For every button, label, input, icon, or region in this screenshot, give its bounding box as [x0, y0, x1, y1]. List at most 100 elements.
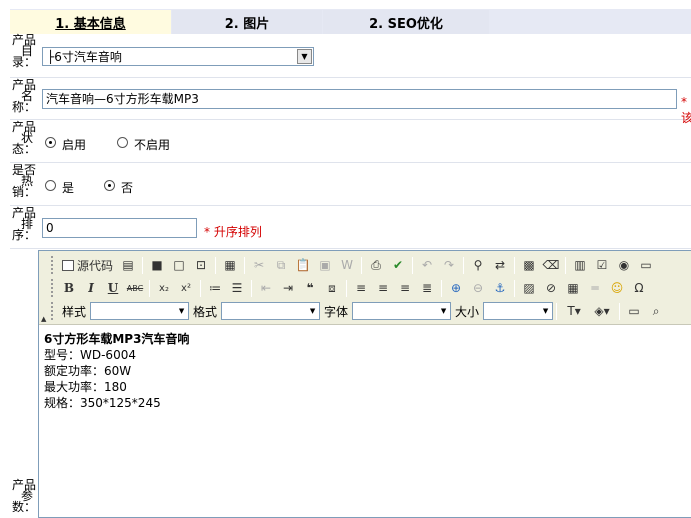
checkbox-icon[interactable]: ☑: [591, 255, 613, 275]
toolbar-separator: [412, 256, 414, 274]
show-blocks-icon[interactable]: ⌕: [645, 301, 667, 321]
blockquote-icon[interactable]: ❝: [299, 278, 321, 298]
style-label: 样式: [62, 304, 87, 319]
flash-icon[interactable]: ⊘: [540, 278, 562, 298]
toolbar-separator: [619, 302, 621, 320]
template-icon[interactable]: ▦: [219, 255, 241, 275]
replace-icon[interactable]: ⇄: [489, 255, 511, 275]
toolbar-separator: [142, 256, 144, 274]
tab-seo[interactable]: 2. SEO优化: [323, 10, 489, 34]
chevron-down-icon: ▼: [440, 307, 447, 315]
chevron-down-icon: ▼: [178, 307, 185, 315]
form-icon[interactable]: ▥: [569, 255, 591, 275]
chevron-down-icon: ▼: [309, 307, 316, 315]
new-page-icon[interactable]: □: [168, 255, 190, 275]
indent-icon[interactable]: ⇥: [277, 278, 299, 298]
hot-yes-radio[interactable]: [45, 180, 56, 191]
row-divider: [10, 205, 691, 206]
tab-images[interactable]: 2. 图片: [172, 10, 322, 34]
source-button[interactable]: 源代码: [58, 255, 117, 275]
unlink-icon[interactable]: ⊖: [467, 278, 489, 298]
name-required-hint: *该: [681, 95, 691, 125]
size-combo[interactable]: ▼: [483, 302, 554, 320]
spellcheck-icon[interactable]: ✔: [387, 255, 409, 275]
align-center-icon[interactable]: ≡: [372, 278, 394, 298]
sort-order-input[interactable]: 0: [42, 218, 197, 238]
sort-hint: * 升序排列: [204, 225, 262, 239]
find-icon[interactable]: ⚲: [467, 255, 489, 275]
div-container-icon[interactable]: ⧈: [321, 278, 343, 298]
toolbar-grip[interactable]: [51, 256, 55, 274]
status-enabled-radio[interactable]: [45, 137, 56, 148]
redo-icon[interactable]: ↷: [438, 255, 460, 275]
smiley-icon[interactable]: ☺: [606, 278, 628, 298]
text-color-icon[interactable]: T▾: [560, 301, 588, 321]
status-label: 产品 状 态：: [12, 120, 37, 156]
collapse-toolbar-icon[interactable]: ▲: [41, 315, 46, 323]
toolbar-grip[interactable]: [51, 302, 55, 320]
paste-icon[interactable]: 📋: [292, 255, 314, 275]
rich-text-editor[interactable]: 源代码 ▤ ■ □ ⊡ ▦ ✂ ⧉ 📋 ▣ W ⎙ ✔ ↶ ↷ ⚲ ⇄ ▩ ⌫: [38, 250, 691, 518]
radio-button-icon[interactable]: ◉: [613, 255, 635, 275]
format-combo[interactable]: ▼: [221, 302, 321, 320]
product-name-input[interactable]: 汽车音响—6寸方形车载MP3: [42, 89, 677, 109]
status-enabled-label: 启用: [62, 138, 87, 152]
status-disabled-label: 不启用: [134, 138, 171, 152]
maximize-icon[interactable]: ▭: [623, 301, 645, 321]
special-char-icon[interactable]: Ω: [628, 278, 650, 298]
image-icon[interactable]: ▨: [518, 278, 540, 298]
tab-basic-info[interactable]: 1. 基本信息: [10, 10, 171, 34]
category-label: 产品 目 录：: [12, 33, 37, 69]
toolbar-separator: [149, 279, 150, 297]
link-icon[interactable]: ⊕: [445, 278, 467, 298]
table-icon[interactable]: ▦: [562, 278, 584, 298]
hot-no-label: 否: [121, 181, 134, 195]
print-preview-icon[interactable]: ⊡: [190, 255, 212, 275]
background-color-icon[interactable]: ◈▾: [588, 301, 616, 321]
undo-icon[interactable]: ↶: [416, 255, 438, 275]
bulleted-list-icon[interactable]: ☰: [226, 278, 248, 298]
toolbar-separator: [565, 256, 567, 274]
underline-icon[interactable]: U: [102, 278, 124, 298]
name-label: 产品 名 称：: [12, 78, 37, 114]
justify-icon[interactable]: ≣: [416, 278, 438, 298]
toolbar-grip[interactable]: [51, 279, 55, 297]
remove-format-icon[interactable]: ⌫: [540, 255, 562, 275]
toolbar-separator: [215, 256, 217, 274]
print-icon[interactable]: ⎙: [365, 255, 387, 275]
preview-icon[interactable]: ▤: [117, 255, 139, 275]
chevron-down-icon[interactable]: ▼: [297, 49, 312, 64]
font-combo[interactable]: ▼: [352, 302, 452, 320]
toolbar-separator: [200, 279, 201, 297]
cut-icon[interactable]: ✂: [248, 255, 270, 275]
align-left-icon[interactable]: ≡: [350, 278, 372, 298]
align-right-icon[interactable]: ≡: [394, 278, 416, 298]
save-icon[interactable]: ■: [146, 255, 168, 275]
strikethrough-icon[interactable]: ABC: [124, 278, 146, 298]
toolbar-separator: [361, 256, 363, 274]
toolbar-separator: [441, 279, 442, 297]
select-all-icon[interactable]: ▩: [518, 255, 540, 275]
italic-icon[interactable]: I: [80, 278, 102, 298]
numbered-list-icon[interactable]: ≔: [204, 278, 226, 298]
paste-word-icon[interactable]: W: [336, 255, 358, 275]
horizontal-rule-icon[interactable]: ═: [584, 278, 606, 298]
editor-content[interactable]: 6寸方形车载MP3汽车音响 型号：WD-6004 额定功率：60W 最大功率：1…: [44, 331, 684, 411]
editor-line: 额定功率：60W: [44, 364, 132, 378]
toolbar-separator: [514, 256, 516, 274]
anchor-icon[interactable]: ⚓: [489, 278, 511, 298]
category-select[interactable]: ├6寸汽车音响 ▼: [42, 47, 314, 66]
toolbar-separator: [514, 279, 515, 297]
subscript-icon[interactable]: x₂: [153, 278, 175, 298]
bold-icon[interactable]: B: [58, 278, 80, 298]
outdent-icon[interactable]: ⇤: [255, 278, 277, 298]
hot-yes-label: 是: [62, 181, 75, 195]
superscript-icon[interactable]: x²: [175, 278, 197, 298]
status-disabled-radio[interactable]: [117, 137, 128, 148]
hot-no-radio[interactable]: [104, 180, 115, 191]
style-combo[interactable]: ▼: [90, 302, 190, 320]
paste-text-icon[interactable]: ▣: [314, 255, 336, 275]
text-field-icon[interactable]: ▭: [635, 255, 657, 275]
copy-icon[interactable]: ⧉: [270, 255, 292, 275]
editor-line: 型号：WD-6004: [44, 348, 136, 362]
